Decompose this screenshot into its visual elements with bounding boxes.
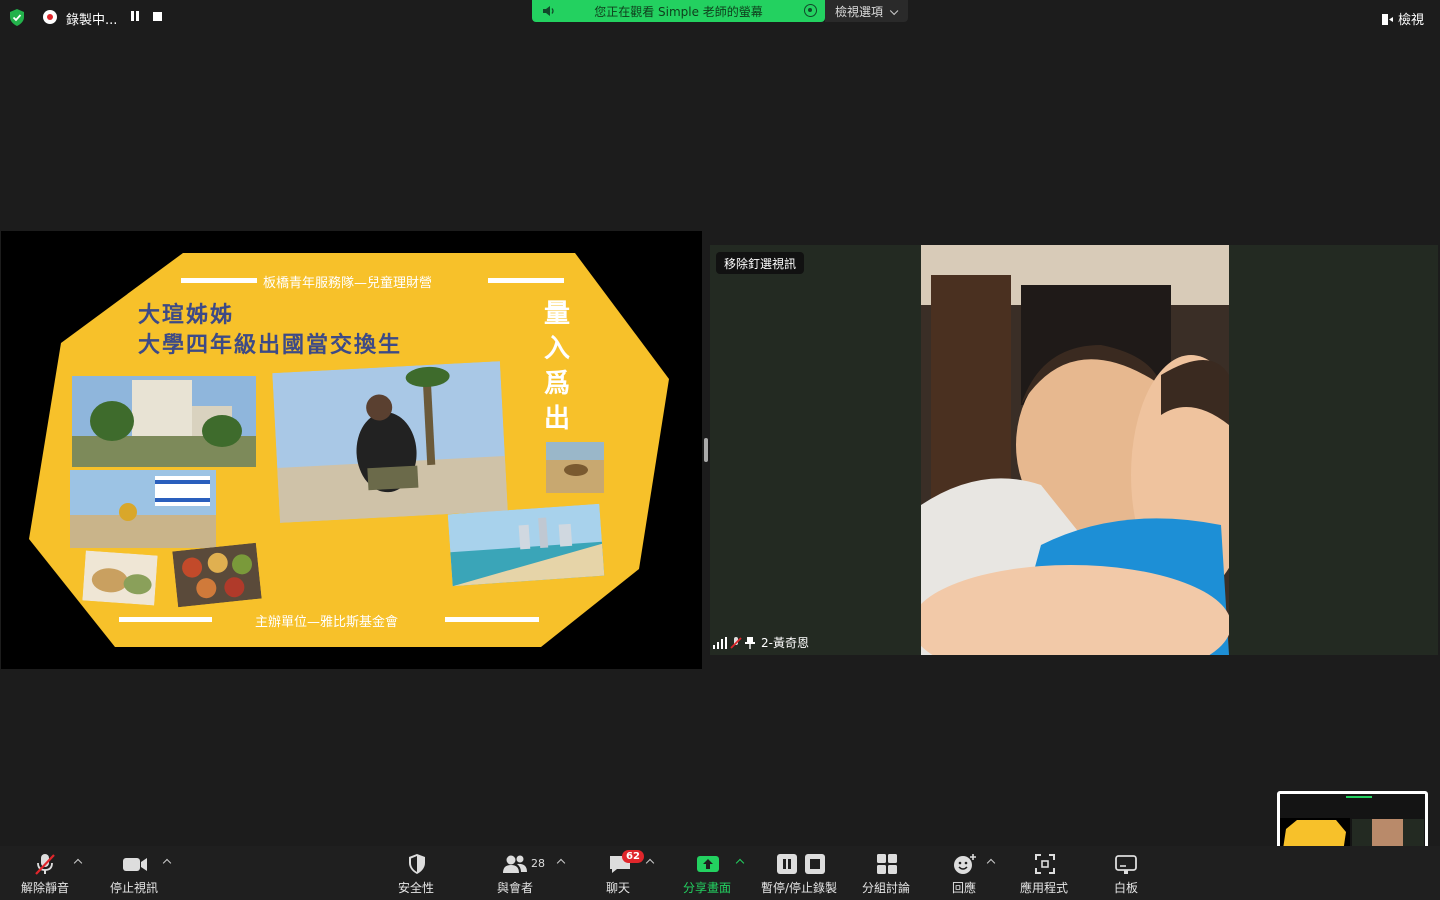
slide-title-line2: 大學四年級出國當交換生 — [138, 333, 403, 358]
shared-screen: 板橋青年服務隊—兒童理財營 大瑄姊姊 大學四年級出國當交換生 量 入 爲 出 主… — [1, 231, 702, 669]
video-camera-icon — [123, 858, 147, 871]
pause-stop-recording-label: 暫停/停止錄製 — [761, 881, 838, 895]
top-bar: 錄製中... 您正在觀看 Simple 老師的螢幕 檢視選項 檢視 — [0, 0, 1440, 34]
pause-recording-icon[interactable] — [130, 11, 140, 22]
photo-tel-aviv-beach — [447, 503, 605, 587]
chat-caret-icon[interactable] — [645, 858, 655, 868]
view-button[interactable]: 檢視 — [1381, 9, 1424, 28]
reactions-button[interactable]: 回應 — [946, 846, 982, 900]
participant-name-bar: 2-黃奇恩 — [713, 634, 809, 652]
smiley-add-icon — [954, 854, 976, 874]
stop-viewing-icon[interactable] — [804, 4, 817, 17]
vertical-char: 爲 — [544, 369, 571, 399]
slide-subtitle: 板橋青年服務隊—兒童理財營 — [263, 276, 433, 291]
photo-university — [72, 376, 256, 467]
viewing-share-banner: 您正在觀看 Simple 老師的螢幕 — [532, 0, 825, 22]
decor-line — [488, 278, 564, 283]
slide-organizer: 主辦單位—雅比斯基金會 — [255, 615, 399, 630]
participants-button[interactable]: 28 與會者 — [492, 846, 548, 900]
photo-food-dishes — [172, 542, 262, 608]
apps-button[interactable]: 應用程式 — [1016, 846, 1074, 900]
zoom-meeting-window: 錄製中... 您正在觀看 Simple 老師的螢幕 檢視選項 檢視 板橋青年服務… — [0, 0, 1440, 900]
mic-muted-icon — [730, 637, 742, 649]
participant-video — [921, 245, 1229, 655]
recording-label: 錄製中... — [66, 13, 118, 28]
photo-food-plate — [82, 550, 158, 606]
photo-jerusalem-flag — [70, 470, 216, 548]
participants-label: 與會者 — [497, 881, 534, 895]
chat-unread-badge: 62 — [622, 850, 644, 863]
apps-label: 應用程式 — [1020, 881, 1069, 895]
slide-title-line1: 大瑄姊姊 — [138, 303, 235, 328]
recording-indicator-icon — [43, 10, 57, 24]
pause-stop-recording-button[interactable]: 暫停/停止錄製 — [758, 846, 844, 900]
unmute-button[interactable]: 解除靜音 — [0, 846, 100, 900]
unmute-label: 解除靜音 — [21, 881, 70, 895]
mic-muted-icon — [35, 854, 55, 875]
meeting-toolbar: 解除靜音 停止視訊 安全性 28 與會者 62 聊天 分享畫面 暫停/停止錄製 … — [0, 846, 1440, 900]
share-screen-label: 分享畫面 — [683, 881, 732, 895]
vertical-char: 量 — [544, 299, 571, 329]
decor-line — [445, 617, 539, 622]
chat-label: 聊天 — [606, 881, 631, 895]
security-button[interactable]: 安全性 — [393, 846, 441, 900]
pinned-video-tile — [710, 245, 1438, 655]
breakout-rooms-icon — [877, 854, 897, 874]
participants-caret-icon[interactable] — [556, 858, 566, 868]
participants-icon — [503, 855, 527, 873]
breakout-rooms-button[interactable]: 分組討論 — [858, 846, 916, 900]
vertical-char: 入 — [544, 334, 571, 364]
share-screen-icon — [697, 856, 719, 872]
security-label: 安全性 — [398, 881, 435, 895]
slide-vertical-title: 量 入 爲 出 — [544, 297, 574, 437]
apps-icon — [1035, 854, 1055, 874]
unpin-video-button[interactable]: 移除釘選視訊 — [716, 252, 805, 274]
stop-recording-icon[interactable] — [153, 12, 162, 21]
stop-video-label: 停止視訊 — [110, 881, 159, 895]
security-shield-icon — [409, 854, 425, 874]
split-view-divider[interactable] — [704, 438, 708, 462]
decor-line — [119, 617, 212, 622]
breakout-rooms-label: 分組討論 — [862, 881, 911, 895]
vertical-char: 出 — [544, 404, 571, 434]
whiteboard-label: 白板 — [1114, 881, 1139, 895]
pause-stop-recording-icon — [777, 854, 825, 874]
reactions-caret-icon[interactable] — [986, 858, 996, 868]
decor-line — [181, 278, 257, 283]
whiteboard-button[interactable]: 白板 — [1108, 846, 1144, 900]
share-options-caret-icon[interactable] — [735, 858, 745, 868]
whiteboard-icon — [1115, 855, 1137, 874]
signal-strength-icon — [713, 637, 727, 649]
shield-check-icon[interactable] — [9, 9, 25, 26]
reactions-label: 回應 — [952, 881, 977, 895]
participants-count: 28 — [531, 857, 545, 870]
photo-person-sitting — [272, 361, 508, 523]
view-label: 檢視 — [1397, 13, 1424, 28]
view-options-label: 檢視選項 — [835, 5, 884, 19]
photo-camel — [546, 442, 604, 493]
share-banner-text: 您正在觀看 Simple 老師的螢幕 — [594, 5, 763, 19]
chat-button[interactable]: 62 聊天 — [600, 846, 644, 900]
share-screen-button[interactable]: 分享畫面 — [680, 846, 736, 900]
view-options-dropdown[interactable]: 檢視選項 — [825, 0, 908, 22]
chevron-down-icon — [889, 6, 899, 16]
stop-video-button[interactable]: 停止視訊 — [100, 846, 170, 900]
pin-icon — [745, 637, 755, 649]
participant-name: 2-黃奇恩 — [761, 636, 809, 650]
view-layout-icon — [1381, 14, 1393, 25]
